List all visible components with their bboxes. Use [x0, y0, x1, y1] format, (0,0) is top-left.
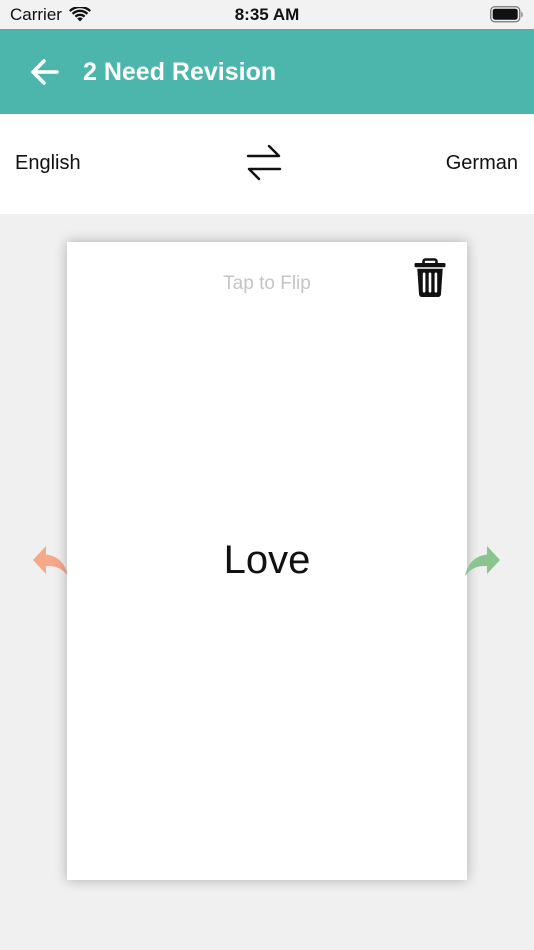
flashcard-area: Tap to Flip Love: [0, 214, 534, 950]
forward-right-icon[interactable]: [463, 541, 503, 581]
flashcard-word: Love: [223, 538, 311, 582]
trash-icon[interactable]: [413, 258, 447, 298]
flashcard[interactable]: Tap to Flip Love: [67, 242, 467, 880]
status-bar: Carrier 8:35 AM: [0, 0, 534, 29]
page-title: 2 Need Revision: [83, 58, 277, 86]
arrow-left-icon[interactable]: [26, 53, 64, 91]
source-language-label[interactable]: English: [15, 152, 81, 175]
reply-left-icon[interactable]: [30, 541, 70, 581]
tap-to-flip-hint: Tap to Flip: [223, 273, 311, 294]
battery-icon: [490, 6, 523, 23]
language-selector-bar: English German: [0, 114, 534, 214]
navigation-bar: 2 Need Revision: [0, 29, 534, 114]
swap-arrows-icon[interactable]: [244, 141, 284, 185]
status-time: 8:35 AM: [234, 5, 300, 24]
target-language-label[interactable]: German: [446, 152, 518, 175]
